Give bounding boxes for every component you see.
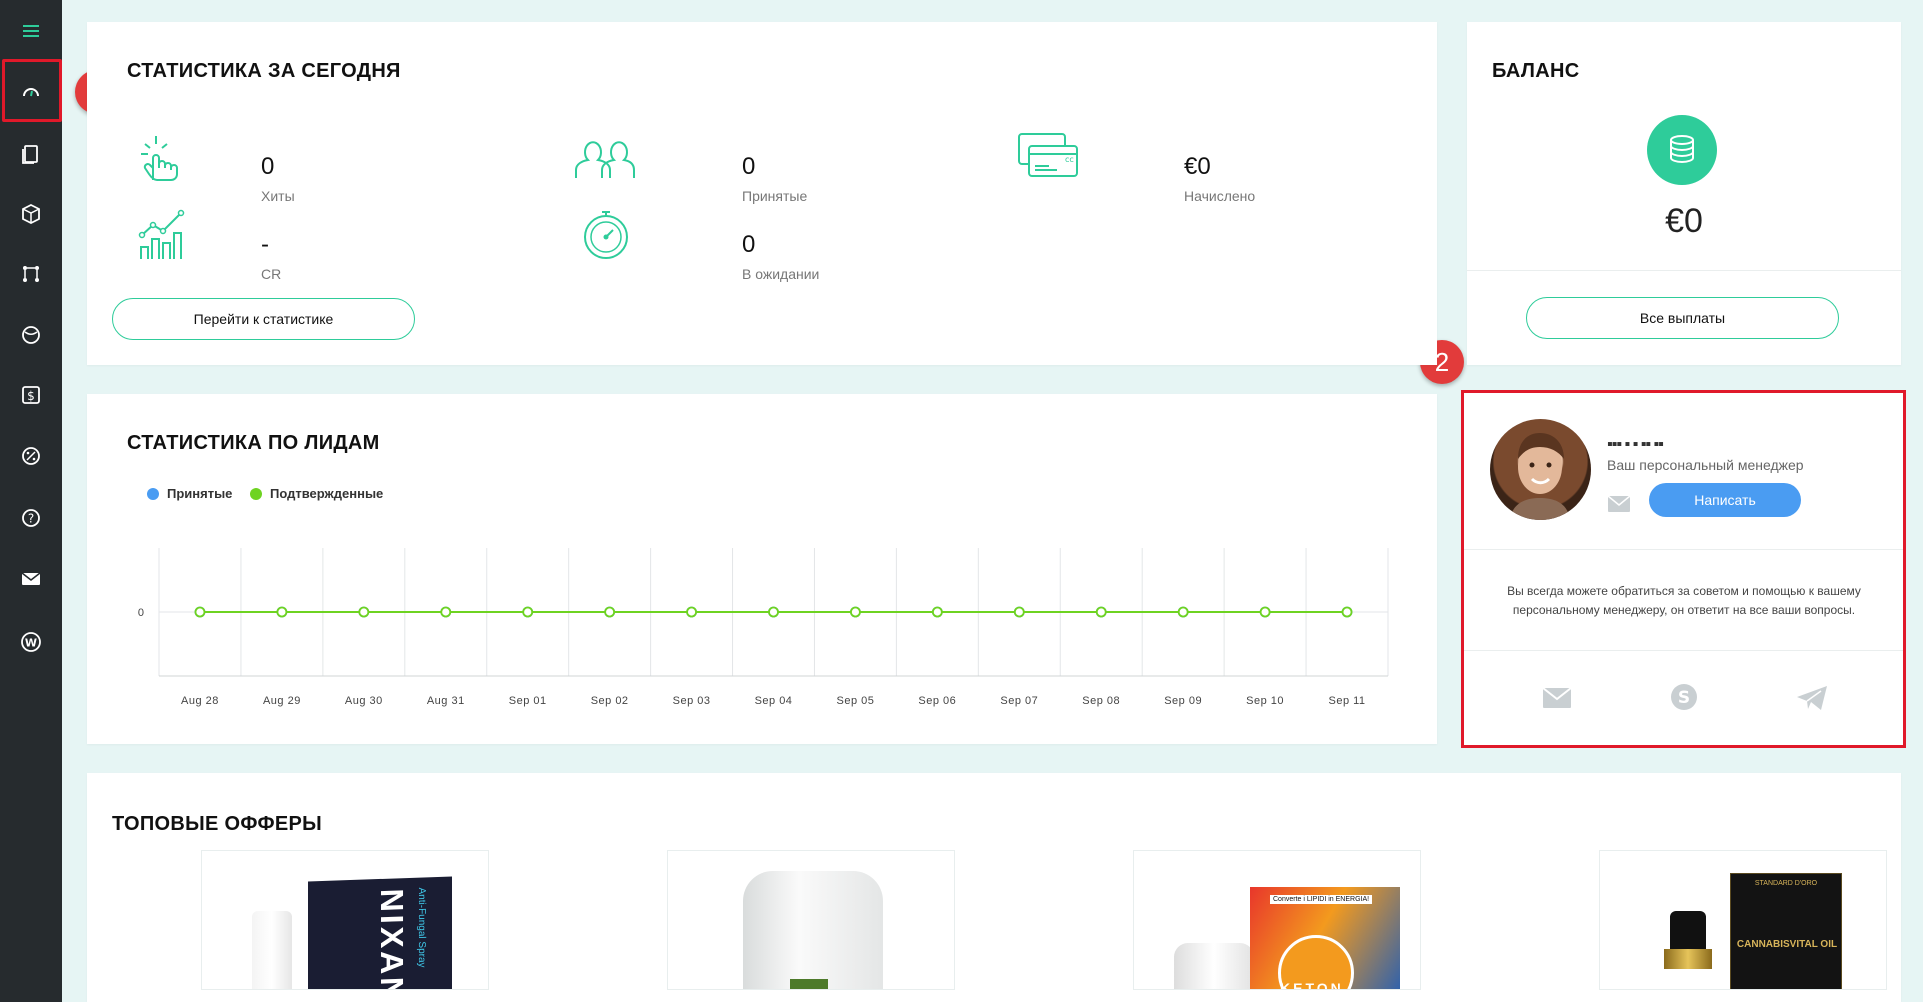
messages-icon[interactable] bbox=[0, 557, 62, 601]
series-point-1 bbox=[194, 606, 206, 618]
x-tick-label: Aug 30 bbox=[345, 695, 383, 707]
x-tick-label: Sep 07 bbox=[1000, 695, 1038, 707]
cr-label: CR bbox=[261, 266, 282, 282]
manager-highlight bbox=[1461, 390, 1906, 748]
users-icon bbox=[575, 141, 635, 178]
x-tick-label: Sep 06 bbox=[918, 695, 956, 707]
hits-value: 0 bbox=[261, 153, 275, 180]
credit-card-icon: cc bbox=[1018, 133, 1078, 177]
pending-stat: 0 В ожидании bbox=[579, 207, 819, 282]
offer-card-jar[interactable] bbox=[667, 850, 955, 990]
keton-sub: Converte i LIPIDI in ENERGIA! bbox=[1270, 895, 1373, 904]
y-tick-label: 0 bbox=[138, 607, 144, 619]
x-tick-label: Sep 02 bbox=[591, 695, 629, 707]
offer-card-cannabis[interactable]: STANDARD D'ORO CANNABISVITAL OIL bbox=[1599, 850, 1887, 990]
cannabis-box: STANDARD D'ORO CANNABISVITAL OIL bbox=[1730, 873, 1842, 989]
help-icon[interactable]: ? bbox=[0, 496, 62, 540]
growth-chart-icon bbox=[138, 209, 185, 259]
cannabis-sub: STANDARD D'ORO bbox=[1754, 880, 1818, 887]
x-tick-label: Sep 09 bbox=[1164, 695, 1202, 707]
balance-amount: €0 bbox=[1665, 202, 1703, 240]
nixan-box: NIXAN Anti-Fungal Spray bbox=[308, 876, 452, 990]
cr-stat: - CR bbox=[137, 207, 337, 282]
sidebar: $ ? W bbox=[0, 0, 62, 1002]
x-tick-label: Sep 08 bbox=[1082, 695, 1120, 707]
series-point-1 bbox=[1341, 606, 1353, 618]
hits-stat: 0 Хиты bbox=[137, 132, 337, 204]
nixan-sub: Anti-Fungal Spray bbox=[416, 887, 427, 968]
accepted-value: 0 bbox=[742, 153, 756, 180]
svg-text:?: ? bbox=[28, 512, 34, 526]
balance-divider bbox=[1467, 270, 1901, 271]
series-point-1 bbox=[522, 606, 534, 618]
today-stats-title: СТАТИСТИКА ЗА СЕГОДНЯ bbox=[127, 60, 401, 82]
hits-label: Хиты bbox=[261, 188, 295, 204]
flows-icon[interactable] bbox=[0, 252, 62, 296]
series-point-1 bbox=[850, 606, 861, 618]
today-stats-card: СТАТИСТИКА ЗА СЕГОДНЯ 0 Хиты 0 Принятые … bbox=[87, 22, 1437, 365]
accepted-stat: 0 Принятые bbox=[572, 132, 807, 204]
series-point-1 bbox=[686, 606, 697, 618]
earned-label: Начислено bbox=[1184, 188, 1256, 204]
dropper-collar bbox=[1664, 949, 1712, 969]
series-point-1 bbox=[604, 606, 616, 618]
balance-title: БАЛАНС bbox=[1492, 60, 1580, 82]
top-offers-title: ТОПОВЫЕ ОФФЕРЫ bbox=[112, 813, 323, 835]
svg-text:cc: cc bbox=[1065, 155, 1074, 164]
series-point-1 bbox=[1177, 606, 1189, 618]
stopwatch-icon bbox=[584, 211, 628, 259]
offer-card-nixan[interactable]: NIXAN Anti-Fungal Spray bbox=[201, 850, 489, 990]
offer-card-keton[interactable]: Converte i LIPIDI in ENERGIA! KETON bbox=[1133, 850, 1421, 990]
jar-label-patch bbox=[790, 979, 828, 989]
cr-value: - bbox=[261, 231, 269, 258]
offers-icon[interactable] bbox=[0, 132, 62, 176]
x-tick-label: Sep 04 bbox=[755, 695, 793, 707]
promo-icon[interactable] bbox=[0, 434, 62, 478]
pending-value: 0 bbox=[742, 231, 756, 258]
x-tick-label: Aug 31 bbox=[427, 695, 465, 707]
keton-jar bbox=[1174, 943, 1254, 989]
go-to-statistics-button[interactable]: Перейти к статистике bbox=[112, 298, 415, 340]
x-tick-label: Sep 01 bbox=[509, 695, 547, 707]
finance-icon[interactable]: $ bbox=[0, 373, 62, 417]
pending-label: В ожидании bbox=[742, 266, 820, 282]
package-icon[interactable] bbox=[0, 192, 62, 236]
x-tick-label: Aug 28 bbox=[181, 695, 219, 707]
series-point-1 bbox=[931, 606, 943, 618]
balance-card: БАЛАНС €0 Все выплаты bbox=[1467, 22, 1901, 365]
series-point-1 bbox=[1013, 606, 1025, 618]
cannabis-label: CANNABISVITAL OIL bbox=[1736, 939, 1838, 950]
dropper-cap bbox=[1670, 911, 1706, 951]
menu-icon[interactable] bbox=[0, 9, 62, 53]
series-point-1 bbox=[768, 606, 779, 618]
x-tick-label: Sep 05 bbox=[836, 695, 874, 707]
leads-stats-card: СТАТИСТИКА ПО ЛИДАМ Принятые Подтвержден… bbox=[87, 394, 1437, 744]
coins-icon bbox=[1647, 115, 1717, 185]
jar-bottle bbox=[743, 871, 883, 989]
traffic-icon[interactable] bbox=[0, 313, 62, 357]
series-point-1 bbox=[1095, 606, 1107, 618]
dashboard-highlight bbox=[2, 59, 62, 122]
nixan-label: NIXAN bbox=[374, 887, 410, 990]
earned-value: €0 bbox=[1184, 153, 1211, 180]
keton-label: KETON bbox=[1280, 980, 1344, 990]
accepted-label: Принятые bbox=[742, 188, 808, 204]
series-point-1 bbox=[276, 606, 288, 618]
earned-stat: cc €0 Начислено bbox=[1017, 132, 1255, 204]
leads-chart: 0 Aug 28 Aug 29 Aug 30 Aug 31 Sep 01 Sep 02 Sep… bbox=[138, 548, 1389, 707]
series-point-1 bbox=[440, 606, 452, 618]
keton-box: Converte i LIPIDI in ENERGIA! KETON bbox=[1250, 887, 1400, 990]
series-point-1 bbox=[1259, 606, 1271, 618]
brand-icon[interactable]: W bbox=[0, 620, 62, 664]
x-tick-label: Sep 03 bbox=[673, 695, 711, 707]
spray-bottle bbox=[252, 911, 292, 989]
all-payouts-button[interactable]: Все выплаты bbox=[1526, 297, 1839, 339]
svg-text:$: $ bbox=[27, 389, 35, 403]
x-tick-label: Sep 10 bbox=[1246, 695, 1284, 707]
series-point-1 bbox=[358, 606, 370, 618]
x-tick-label: Aug 29 bbox=[263, 695, 301, 707]
x-tick-label: Sep 11 bbox=[1329, 695, 1366, 707]
svg-text:W: W bbox=[25, 637, 37, 650]
hand-click-icon bbox=[141, 136, 178, 181]
